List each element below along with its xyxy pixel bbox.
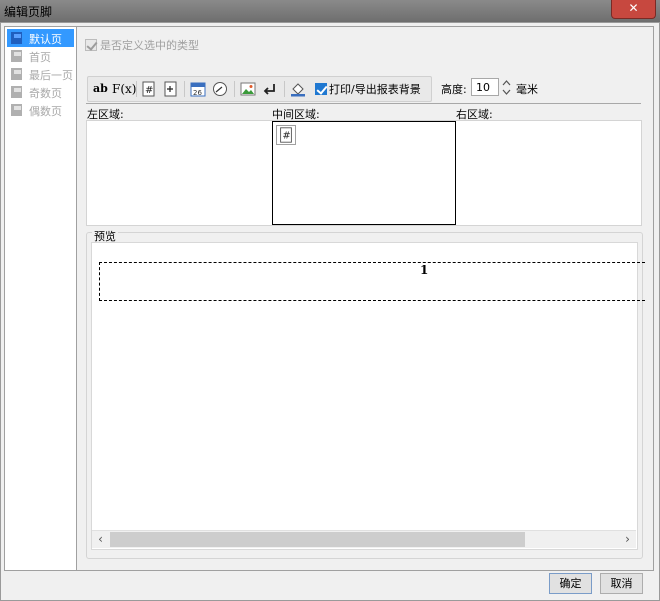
scroll-left-icon[interactable]: ‹ [92, 531, 109, 548]
svg-text:#: # [282, 131, 290, 142]
close-button[interactable]: ✕ [611, 0, 656, 19]
height-spinner[interactable] [500, 78, 513, 97]
left-zone[interactable] [87, 121, 272, 225]
background-fill-icon[interactable] [290, 81, 306, 97]
sidebar-item-last-page[interactable]: 最后一页 [7, 65, 74, 83]
sidebar-item-label: 首页 [29, 51, 51, 64]
svg-text:#: # [145, 85, 153, 96]
page-flag-icon [11, 68, 22, 80]
toolbar-separator [184, 81, 185, 97]
preview-page-number: 1 [420, 263, 429, 277]
page-number-field-icon[interactable]: # [276, 125, 296, 145]
preview-footer-region [99, 262, 645, 301]
sidebar-item-odd-page[interactable]: 奇数页 [7, 83, 74, 101]
scroll-right-icon[interactable]: › [619, 531, 636, 548]
right-zone[interactable] [456, 121, 641, 225]
svg-text:26: 26 [193, 89, 202, 97]
page-flag-icon [11, 86, 22, 98]
sidebar-item-first-page[interactable]: 首页 [7, 47, 74, 65]
print-background-label: 打印/导出报表背景 [329, 83, 421, 96]
sidebar-item-label: 奇数页 [29, 87, 62, 100]
sidebar-item-default-page[interactable]: 默认页 [7, 29, 74, 47]
sidebar-item-label: 最后一页 [29, 69, 73, 82]
toolbar-separator [284, 81, 285, 97]
ok-button[interactable]: 确定 [549, 573, 592, 594]
height-label: 高度: [441, 83, 467, 96]
page-flag-icon [11, 32, 22, 44]
total-pages-icon[interactable] [163, 81, 179, 97]
edit-footer-dialog: 编辑页脚 ✕ 默认页 首页 最后一页 奇数页 偶数页 是否定义选中的类型 ab … [0, 0, 660, 601]
custom-type-checkbox-row[interactable]: 是否定义选中的类型 [85, 37, 199, 53]
window-title: 编辑页脚 [4, 5, 53, 19]
sidebar-item-label: 偶数页 [29, 105, 62, 118]
toolbar-separator [234, 81, 235, 97]
height-input[interactable]: 10 [471, 78, 499, 96]
time-icon[interactable] [212, 81, 228, 97]
title-bar[interactable]: 编辑页脚 ✕ [0, 0, 660, 22]
height-unit: 毫米 [516, 83, 538, 96]
toolbar-divider [86, 103, 641, 104]
insert-formula-button[interactable]: F(x) [112, 81, 136, 97]
page-flag-icon [11, 50, 22, 62]
spin-up-icon [502, 80, 511, 86]
center-zone[interactable] [272, 121, 456, 225]
page-type-list: 默认页 首页 最后一页 奇数页 偶数页 [4, 26, 77, 571]
custom-type-checkbox[interactable] [85, 39, 97, 51]
spin-down-icon [502, 89, 511, 95]
sidebar-item-even-page[interactable]: 偶数页 [7, 101, 74, 119]
page-number-icon[interactable]: # [141, 81, 157, 97]
toolbar-separator [136, 81, 137, 97]
sidebar-item-label: 默认页 [29, 33, 62, 46]
print-background-checkbox-row[interactable]: 打印/导出报表背景 [315, 81, 421, 97]
cancel-button[interactable]: 取消 [600, 573, 643, 594]
scroll-thumb[interactable] [110, 532, 525, 547]
print-background-checkbox[interactable] [315, 83, 327, 95]
line-break-icon[interactable] [262, 81, 278, 97]
date-icon[interactable]: 26 [190, 81, 206, 97]
insert-image-icon[interactable] [240, 81, 256, 97]
custom-type-label: 是否定义选中的类型 [100, 39, 199, 52]
insert-text-button[interactable]: ab [93, 81, 109, 97]
page-flag-icon [11, 104, 22, 116]
preview-horizontal-scrollbar[interactable]: ‹ › [92, 530, 636, 548]
